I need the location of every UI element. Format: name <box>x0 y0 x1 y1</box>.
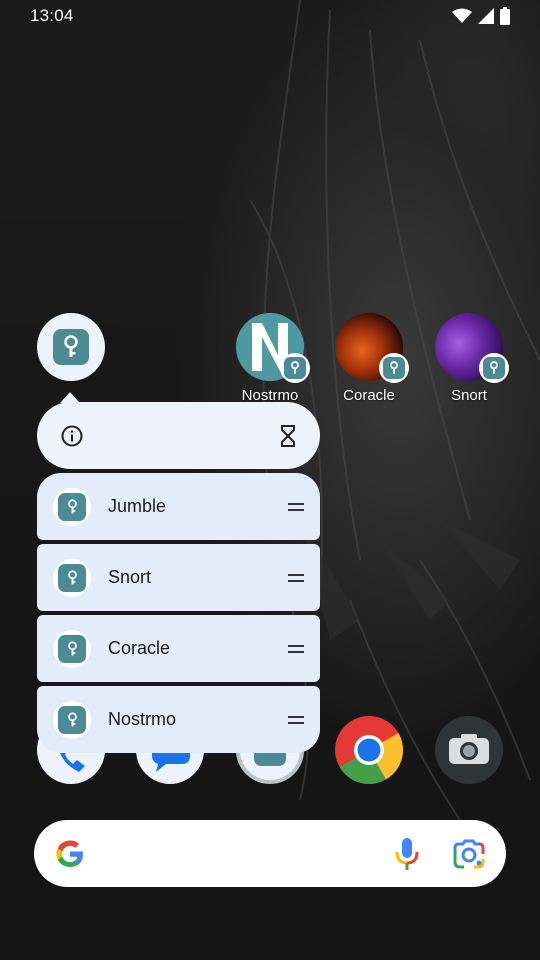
google-logo[interactable] <box>54 838 86 870</box>
camera-icon <box>449 734 489 764</box>
snort-app[interactable]: Snort <box>419 313 519 404</box>
coracle-app-icon[interactable] <box>335 313 409 383</box>
microphone-icon[interactable] <box>394 837 420 871</box>
vault-shortcut-icon <box>53 629 91 668</box>
shortcut-item-jumble[interactable]: Jumble <box>37 473 320 540</box>
drag-handle-icon[interactable] <box>288 502 304 512</box>
work-badge <box>479 353 509 383</box>
vault-shortcut-icon <box>53 558 91 597</box>
lens-icon[interactable] <box>452 839 486 869</box>
search-bar[interactable] <box>34 820 506 887</box>
vault-app[interactable] <box>21 313 121 381</box>
chrome-app-icon[interactable] <box>335 716 403 784</box>
chrome-icon <box>335 716 403 784</box>
work-badge <box>280 353 310 383</box>
work-badge <box>379 353 409 383</box>
shortcut-label: Jumble <box>108 496 167 516</box>
nostrmo-app[interactable]: Nostrmo <box>220 313 320 404</box>
app-label: Snort <box>451 387 487 404</box>
shortcut-item-nostrmo[interactable]: Nostrmo <box>37 686 320 753</box>
app-label: Coracle <box>343 387 395 404</box>
popup-actions <box>37 402 320 469</box>
shortcut-label: Nostrmo <box>108 709 177 729</box>
shortcut-label: Snort <box>108 567 152 587</box>
status-bar: 13:04 <box>0 0 540 32</box>
status-time: 13:04 <box>30 6 74 25</box>
snort-app-icon[interactable] <box>435 313 509 383</box>
camera-app-icon[interactable] <box>435 716 503 784</box>
wifi-icon <box>452 8 472 23</box>
vault-shortcut-icon <box>53 487 91 526</box>
shortcut-item-snort[interactable]: Snort <box>37 544 320 611</box>
drag-handle-icon[interactable] <box>288 573 304 583</box>
battery-icon <box>500 7 510 25</box>
cellular-icon <box>478 8 494 24</box>
coracle-app[interactable]: Coracle <box>319 313 419 404</box>
keyhole-icon <box>64 335 78 357</box>
shortcut-item-coracle[interactable]: Coracle <box>37 615 320 682</box>
vault-app-icon[interactable] <box>37 313 105 381</box>
drag-handle-icon[interactable] <box>288 715 304 725</box>
hourglass-icon[interactable] <box>280 424 296 447</box>
drag-handle-icon[interactable] <box>288 644 304 654</box>
shortcut-label: Coracle <box>108 638 171 658</box>
info-icon[interactable] <box>61 425 83 447</box>
vault-shortcut-icon <box>53 700 91 739</box>
nostrmo-app-icon[interactable] <box>236 313 310 383</box>
